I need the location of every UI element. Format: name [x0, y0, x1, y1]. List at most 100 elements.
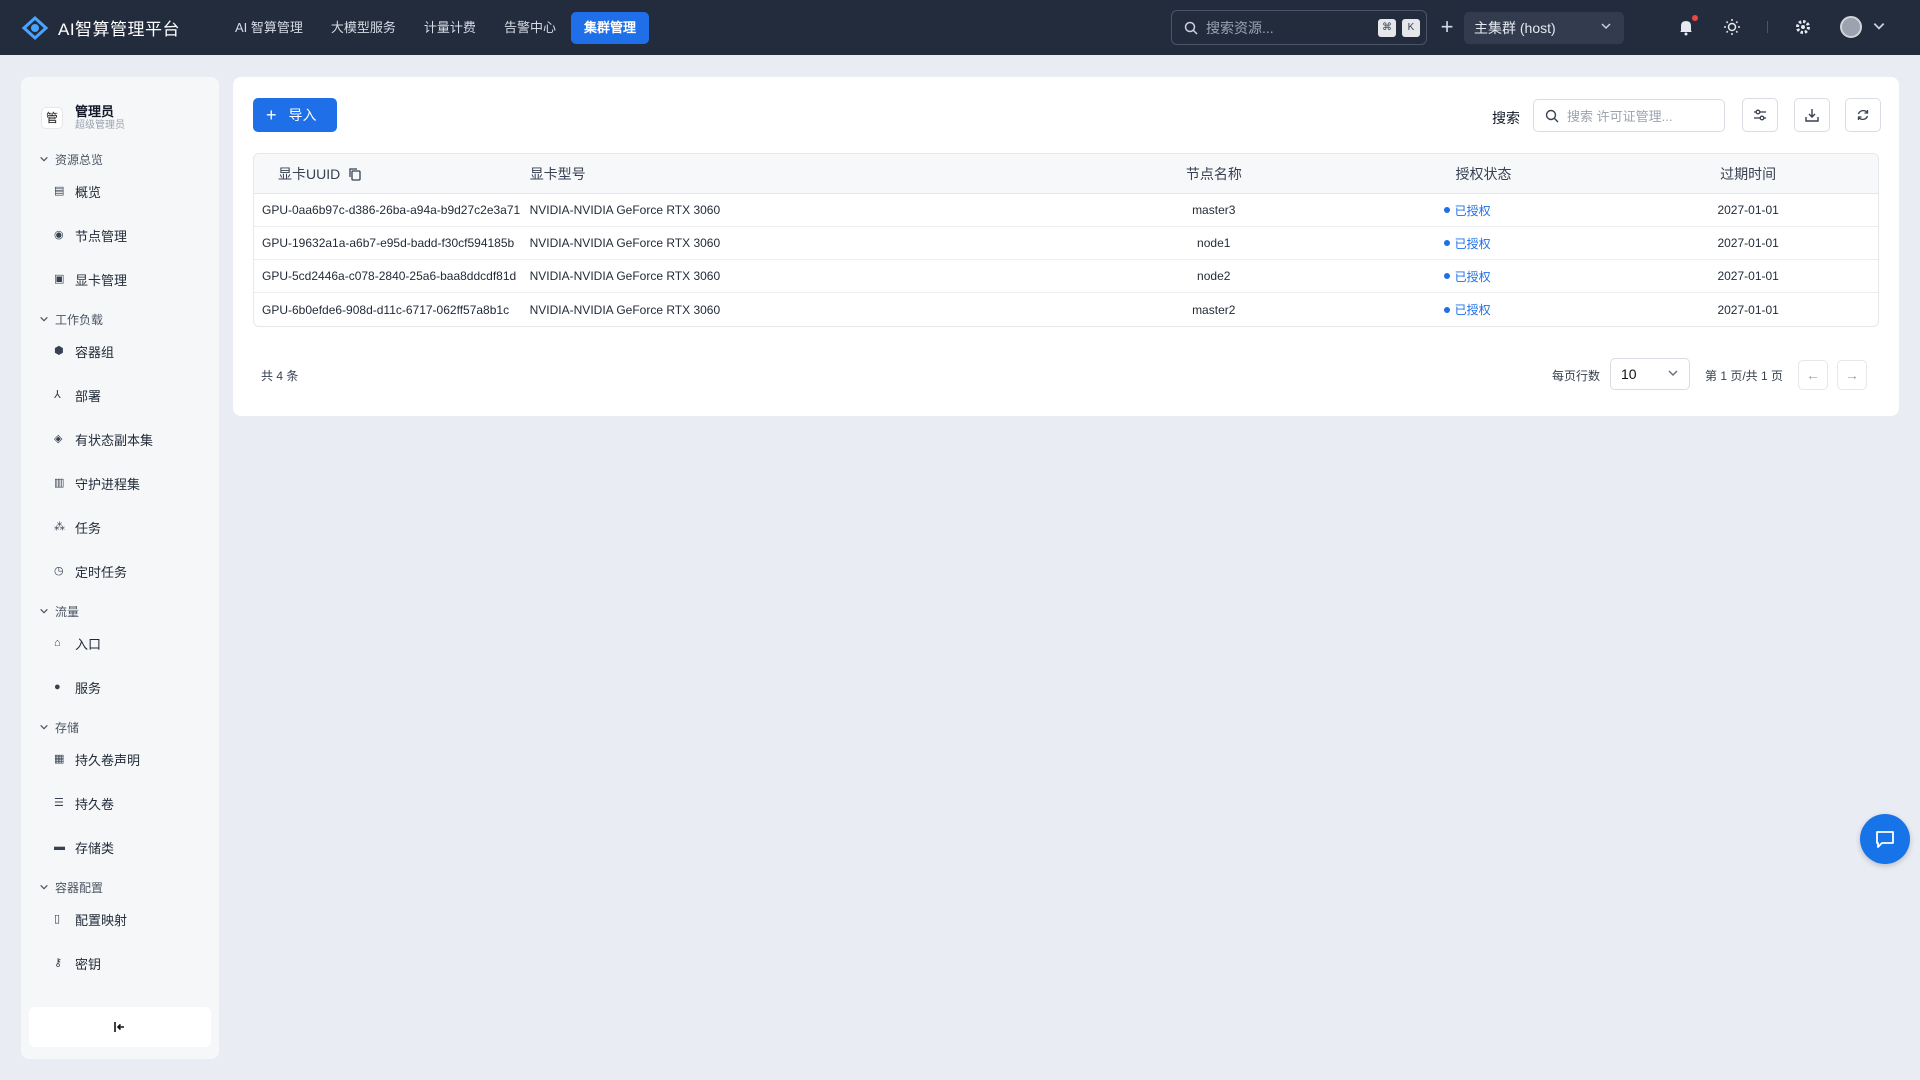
cell-model: NVIDIA-NVIDIA GeForce RTX 3060 — [529, 236, 721, 250]
main-nav: AI 智算管理 大模型服务 计量计费 告警中心 集群管理 — [222, 11, 651, 44]
service-icon: ● — [54, 681, 61, 693]
status-dot — [1443, 273, 1450, 279]
cell-status: 已授权 — [1349, 202, 1619, 219]
column-header-expire: 过期时间 — [1720, 165, 1777, 182]
sidebar-item-label: 显卡管理 — [75, 272, 128, 288]
sidebar-item[interactable]: ⌂ 入口 — [21, 621, 219, 665]
status-dot — [1443, 306, 1450, 313]
refresh-icon — [1857, 109, 1869, 121]
chat-icon — [1876, 831, 1894, 848]
sidebar-item-label: 存储类 — [75, 840, 115, 856]
cell-uuid: GPU-0aa6b97c-d386-26ba-a94a-b9d27c2e3a71 — [262, 203, 521, 217]
sidebar-item[interactable]: ▤ 概览 — [21, 169, 219, 213]
cube-icon: ⬢ — [54, 345, 64, 357]
database-icon: ☰ — [54, 797, 64, 809]
prev-page-button[interactable]: ← — [1798, 360, 1828, 390]
column-header-node: 节点名称 — [1185, 165, 1242, 182]
avatar[interactable] — [1840, 16, 1862, 38]
nav-alerts[interactable]: 告警中心 — [491, 12, 569, 44]
cell-expire: 2027-01-01 — [1717, 269, 1779, 283]
sidebar-item-label: 节点管理 — [75, 228, 128, 244]
license-search-placeholder: 搜索 许可证管理... — [1567, 109, 1673, 124]
import-button[interactable]: + 导入 — [253, 98, 337, 132]
collapse-sidebar-button[interactable] — [29, 1007, 211, 1047]
sidebar-item[interactable]: ☰ 持久卷 — [21, 781, 219, 825]
logo-icon — [21, 15, 49, 40]
filter-settings-button[interactable] — [1742, 98, 1778, 132]
sidebar-item[interactable]: ▬ 存储类 — [21, 825, 219, 869]
table-row[interactable]: GPU-0aa6b97c-d386-26ba-a94a-b9d27c2e3a71… — [254, 194, 1878, 227]
sidebar-item-label: 容器组 — [75, 344, 115, 360]
refresh-button[interactable] — [1845, 98, 1881, 132]
nav-cluster-management[interactable]: 集群管理 — [570, 11, 649, 44]
sidebar-item[interactable]: ◷ 定时任务 — [21, 549, 219, 593]
clock-icon: ◷ — [54, 565, 64, 577]
table-row[interactable]: GPU-19632a1a-a6b7-e95d-badd-f30cf594185b… — [254, 227, 1878, 260]
table-row[interactable]: GPU-5cd2446a-c078-2840-25a6-baa8ddcdf81d… — [254, 260, 1878, 293]
cell-model: NVIDIA-NVIDIA GeForce RTX 3060 — [529, 203, 721, 217]
cluster-select[interactable]: 主集群 (host) — [1464, 12, 1624, 44]
nav-llm-service[interactable]: 大模型服务 — [318, 12, 409, 44]
sidebar: 管 管理员 超级管理员 资源总览 ▤ 概览 ◉ 节点管理 ▣ 显卡管理 工作负载 ⬢ 容器组 ⅄ 部署… — [21, 77, 219, 1059]
chevron-down-icon — [40, 884, 48, 890]
sidebar-group-title[interactable]: 容器配置 — [21, 877, 219, 897]
notification-dot — [1692, 15, 1698, 21]
next-page-button[interactable]: → — [1837, 360, 1867, 390]
status-badge: 已授权 — [1443, 202, 1619, 219]
sidebar-item-label: 服务 — [75, 680, 102, 696]
table-row[interactable]: GPU-6b0efde6-908d-d11c-6717-062ff57a8b1c… — [254, 293, 1878, 326]
sidebar-item[interactable]: ◈ 有状态副本集 — [21, 417, 219, 461]
chevron-down-icon — [40, 608, 48, 614]
sidebar-group-title[interactable]: 存储 — [21, 717, 219, 737]
sidebar-item[interactable]: ▦ 持久卷声明 — [21, 737, 219, 781]
sidebar-item[interactable]: ⬢ 容器组 — [21, 329, 219, 373]
sidebar-item[interactable]: ⅄ 部署 — [21, 373, 219, 417]
cluster-select-value: 主集群 (host) — [1474, 20, 1556, 36]
page-info: 第 1 页/共 1 页 — [1705, 369, 1784, 383]
cell-uuid: GPU-5cd2446a-c078-2840-25a6-baa8ddcdf81d — [262, 269, 517, 283]
app-logo[interactable]: AI智算管理平台 — [20, 13, 196, 43]
status-dot — [1443, 207, 1450, 213]
sun-icon[interactable] — [1722, 17, 1742, 37]
search-icon — [1545, 109, 1559, 122]
license-search-input[interactable]: 搜索 许可证管理... — [1533, 99, 1725, 132]
page-size-select[interactable]: 10 — [1610, 358, 1690, 390]
sidebar-item[interactable]: ● 服务 — [21, 665, 219, 709]
chat-button[interactable] — [1860, 814, 1910, 864]
sliders-icon — [1754, 109, 1766, 121]
pvc-icon: ▦ — [54, 753, 65, 765]
shortcut-cmd-key: ⌘ — [1378, 18, 1396, 37]
cell-uuid: GPU-19632a1a-a6b7-e95d-badd-f30cf594185b — [262, 236, 515, 250]
column-header-status: 授权状态 — [1455, 165, 1512, 182]
gear-icon[interactable] — [1793, 17, 1813, 37]
sidebar-item[interactable]: ▥ 守护进程集 — [21, 461, 219, 505]
nav-ai-compute[interactable]: AI 智算管理 — [222, 12, 316, 44]
sidebar-item[interactable]: ▣ 显卡管理 — [21, 257, 219, 301]
sidebar-item-label: 定时任务 — [75, 564, 128, 580]
cell-expire: 2027-01-01 — [1717, 203, 1779, 217]
sidebar-group-title[interactable]: 资源总览 — [21, 149, 219, 169]
global-search-input[interactable]: 搜索资源... ⌘ K — [1171, 10, 1427, 45]
configmap-icon: ▯ — [54, 913, 61, 925]
cell-status: 已授权 — [1349, 268, 1619, 285]
cell-status: 已授权 — [1349, 301, 1619, 318]
app-title: AI智算管理平台 — [58, 20, 181, 39]
copy-icon[interactable] — [348, 167, 362, 181]
divider — [1767, 21, 1768, 33]
user-name: 管理员 — [75, 104, 115, 119]
sidebar-group-title[interactable]: 流量 — [21, 601, 219, 621]
sidebar-item[interactable]: ◉ 节点管理 — [21, 213, 219, 257]
download-button[interactable] — [1794, 98, 1830, 132]
collapse-icon — [114, 1022, 124, 1032]
sidebar-item-label: 密钥 — [75, 956, 102, 972]
add-icon[interactable]: + — [1435, 15, 1459, 39]
sidebar-item[interactable]: ⚷ 密钥 — [21, 941, 219, 985]
status-badge: 已授权 — [1443, 301, 1619, 318]
sidebar-item[interactable]: ⁂ 任务 — [21, 505, 219, 549]
sidebar-group-title[interactable]: 工作负载 — [21, 309, 219, 329]
chevron-down-icon[interactable] — [1872, 19, 1886, 33]
user-role: 超级管理员 — [75, 120, 125, 131]
gpu-icon: ▣ — [54, 273, 65, 285]
nav-billing[interactable]: 计量计费 — [411, 12, 489, 44]
sidebar-item[interactable]: ▯ 配置映射 — [21, 897, 219, 941]
